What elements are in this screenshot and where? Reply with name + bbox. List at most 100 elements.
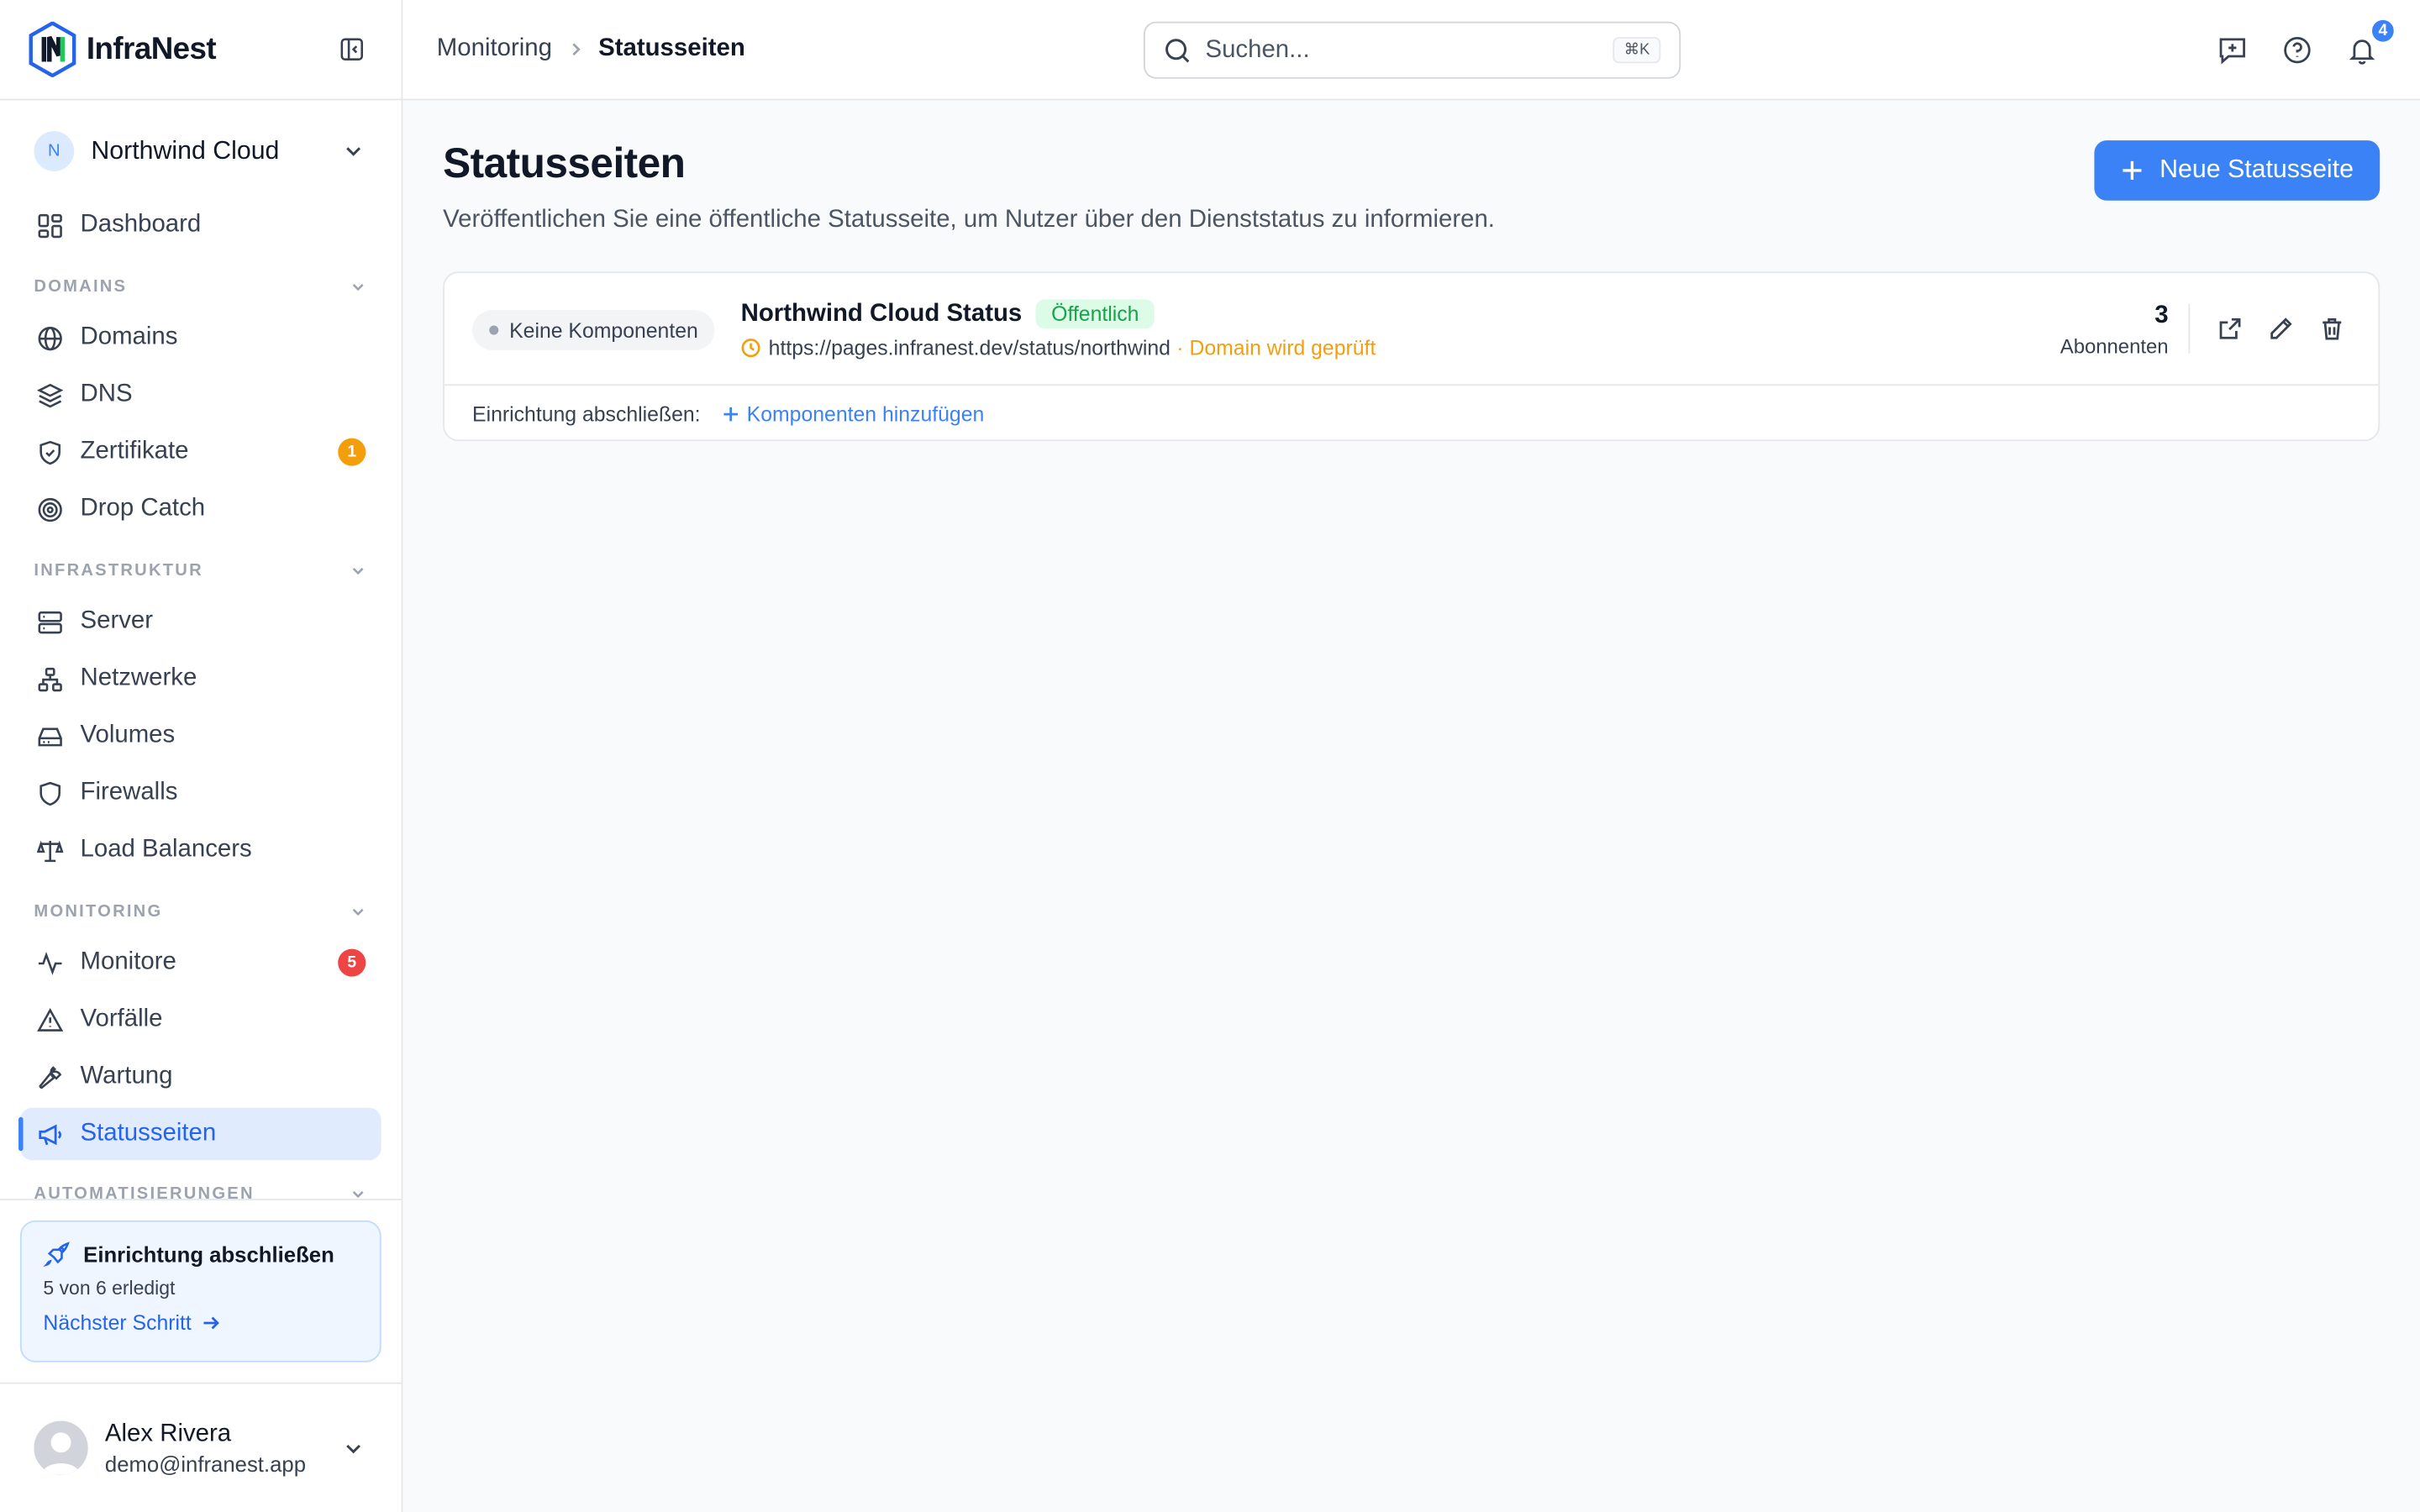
wrench-icon <box>35 1063 65 1092</box>
sidebar-item-volumes[interactable]: Volumes <box>20 710 381 762</box>
status-page-url-row: https://pages.infranest.dev/status/north… <box>741 336 1376 360</box>
add-components-link[interactable]: Komponenten hinzufügen <box>722 402 984 425</box>
status-page-setup-row: Einrichtung abschließen: Komponenten hin… <box>445 386 2378 441</box>
sidebar-divider <box>0 1199 402 1200</box>
chevron-down-icon <box>349 278 367 297</box>
user-info: Alex Rivera demo@infranest.app <box>105 1420 306 1476</box>
section-domains[interactable]: DOMAINS <box>34 278 373 297</box>
external-link-icon[interactable] <box>2217 315 2243 341</box>
section-label: MONITORING <box>34 902 163 921</box>
sidebar-item-dashboard[interactable]: Dashboard <box>20 199 381 251</box>
page-title: Statusseiten <box>443 140 686 187</box>
new-status-page-label: Neue Statusseite <box>2160 155 2354 184</box>
status-page-title-row: Northwind Cloud Status Öffentlich <box>741 299 1155 329</box>
help-icon[interactable] <box>2281 31 2312 68</box>
sidebar-item-drop-catch[interactable]: Drop Catch <box>20 483 381 535</box>
status-page-row[interactable]: Keine Komponenten Northwind Cloud Status… <box>444 273 2379 386</box>
breadcrumb-monitoring[interactable]: Monitoring <box>437 35 552 63</box>
new-status-page-button[interactable]: Neue Statusseite <box>2095 140 2381 201</box>
subscriber-label: Abonnenten <box>2060 334 2169 359</box>
logo-row: InfraNest <box>0 0 402 101</box>
layers-icon <box>35 381 65 410</box>
sidebar-item-monitors[interactable]: Monitore 5 <box>20 937 381 989</box>
plus-icon <box>2121 159 2144 182</box>
edit-pencil-icon[interactable] <box>2267 315 2293 341</box>
chevron-right-icon <box>566 40 585 59</box>
org-switcher[interactable]: N Northwind Cloud <box>0 100 402 202</box>
hard-drive-icon <box>35 722 65 751</box>
sidebar-item-label: Wartung <box>80 1063 173 1089</box>
breadcrumb-current: Statusseiten <box>598 35 745 62</box>
sidebar-item-domains[interactable]: Domains <box>20 312 381 364</box>
setup-label: Einrichtung abschließen: <box>472 402 701 426</box>
chevron-down-icon <box>349 902 367 921</box>
setup-card-title: Einrichtung abschließen <box>43 1241 358 1268</box>
topbar-actions: 4 <box>2217 17 2397 68</box>
scale-icon <box>35 836 65 865</box>
dashboard-icon <box>35 211 65 240</box>
sidebar-item-certificates[interactable]: Zertifikate 1 <box>20 426 381 478</box>
search-shortcut: ⌘K <box>1612 37 1661 64</box>
network-icon <box>35 664 65 694</box>
certificates-count-badge: 1 <box>338 438 366 466</box>
monitors-count-badge: 5 <box>338 948 366 977</box>
add-components-label: Komponenten hinzufügen <box>746 402 985 426</box>
sidebar-item-dns[interactable]: DNS <box>20 369 381 421</box>
chevron-down-icon <box>343 1437 365 1459</box>
sidebar-item-label: Server <box>80 607 154 634</box>
section-monitoring[interactable]: MONITORING <box>34 902 373 921</box>
sidebar-item-incidents[interactable]: Vorfälle <box>20 994 381 1046</box>
search-input[interactable]: Suchen... ⌘K <box>1143 21 1681 79</box>
sidebar-item-server[interactable]: Server <box>20 596 381 648</box>
sidebar-item-firewalls[interactable]: Firewalls <box>20 767 381 819</box>
components-chip: Keine Komponenten <box>472 310 716 350</box>
rocket-icon <box>43 1241 71 1268</box>
sidebar-item-label: Load Balancers <box>80 836 252 863</box>
sidebar-item-label: Dashboard <box>80 211 202 238</box>
sidebar-item-maintenance[interactable]: Wartung <box>20 1051 381 1103</box>
page-header: Statusseiten Veröffentlichen Sie eine öf… <box>443 140 1495 234</box>
setup-progress-card[interactable]: Einrichtung abschließen 5 von 6 erledigt… <box>19 1220 381 1362</box>
sidebar-item-label: Volumes <box>80 722 176 748</box>
section-automation[interactable]: AUTOMATISIERUNGEN <box>34 1185 373 1200</box>
sidebar-item-label: Statusseiten <box>80 1120 217 1147</box>
infranest-logo-icon[interactable] <box>28 21 77 77</box>
megaphone-icon <box>35 1120 65 1149</box>
status-page-name[interactable]: Northwind Cloud Status <box>741 300 1023 328</box>
collapse-sidebar-icon[interactable] <box>334 31 371 68</box>
next-step-link[interactable]: Nächster Schritt <box>43 1311 358 1335</box>
app-name: InfraNest <box>86 31 217 66</box>
section-infrastructure[interactable]: INFRASTRUKTUR <box>34 562 373 580</box>
sidebar-item-label: Monitore <box>80 948 176 975</box>
sidebar-item-label: Zertifikate <box>80 438 189 465</box>
components-chip-label: Keine Komponenten <box>509 318 698 342</box>
bell-icon[interactable]: 4 <box>2346 17 2397 68</box>
sidebar-item-status-pages[interactable]: Statusseiten <box>18 1107 381 1161</box>
sidebar-item-load-balancers[interactable]: Load Balancers <box>20 824 381 876</box>
shield-check-icon <box>35 438 65 467</box>
sidebar-item-networks[interactable]: Netzwerke <box>20 653 381 705</box>
trash-icon[interactable] <box>2318 315 2344 341</box>
globe-icon <box>35 323 65 353</box>
user-name: Alex Rivera <box>104 1420 232 1446</box>
sidebar-item-label: Netzwerke <box>80 664 197 691</box>
avatar <box>34 1420 88 1475</box>
chevron-down-icon <box>349 562 367 580</box>
feedback-icon[interactable] <box>2217 31 2248 68</box>
section-label: INFRASTRUKTUR <box>34 561 203 580</box>
section-label: DOMAINS <box>34 277 128 297</box>
sidebar-item-label: Firewalls <box>80 779 178 806</box>
breadcrumb: Monitoring Statusseiten <box>437 35 745 63</box>
server-icon <box>35 607 65 637</box>
divider <box>2188 303 2191 354</box>
user-email: demo@infranest.app <box>104 1451 307 1476</box>
plus-icon <box>723 406 738 421</box>
chevron-down-icon <box>349 1185 367 1200</box>
sidebar-item-label: Vorfälle <box>80 1005 163 1032</box>
arrow-right-icon <box>203 1316 219 1330</box>
status-page-url[interactable]: https://pages.infranest.dev/status/north… <box>769 336 1171 360</box>
search-placeholder: Suchen... <box>1205 36 1310 63</box>
user-menu[interactable]: Alex Rivera demo@infranest.app <box>0 1382 402 1512</box>
sidebar: InfraNest N Northwind Cloud Dashboard DO… <box>0 0 403 1512</box>
subscriber-number: 3 <box>2154 302 2169 329</box>
